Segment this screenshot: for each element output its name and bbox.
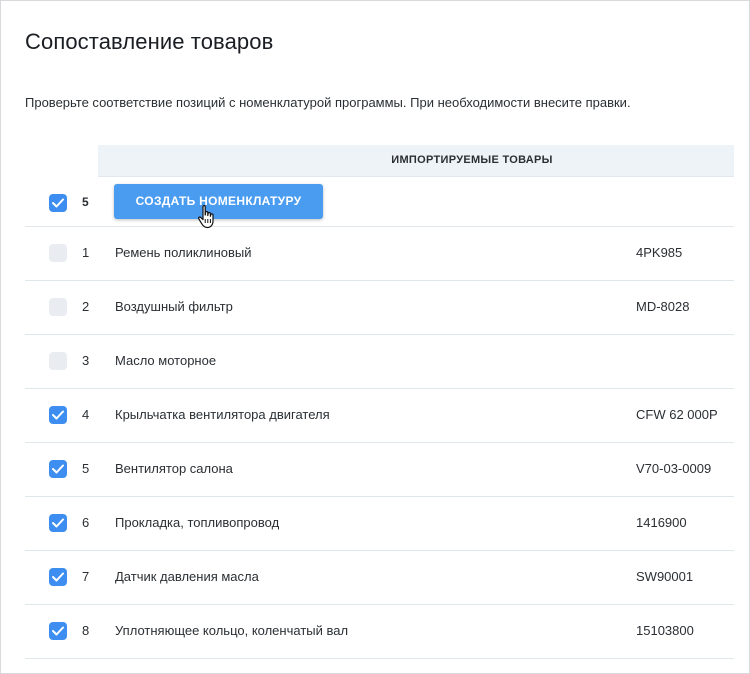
row-product-code: 1416900 xyxy=(636,515,687,530)
table-row[interactable]: 7 Датчик давления масла SW90001 xyxy=(25,551,734,605)
row-product-name: Воздушный фильтр xyxy=(115,299,233,314)
row-product-code: MD-8028 xyxy=(636,299,690,314)
column-header-imported-goods: ИМПОРТИРУЕМЫЕ ТОВАРЫ xyxy=(391,154,553,166)
row-product-name: Датчик давления масла xyxy=(115,569,259,584)
table-row[interactable]: 5 Вентилятор салона V70-03-0009 xyxy=(25,443,734,497)
row-product-code: CFW 62 000P xyxy=(636,407,718,422)
row-checkbox[interactable] xyxy=(49,244,67,262)
row-checkbox[interactable] xyxy=(49,568,67,586)
row-number: 6 xyxy=(82,515,90,530)
row-number: 7 xyxy=(82,569,90,584)
select-all-checkbox[interactable] xyxy=(49,194,67,212)
check-icon xyxy=(52,572,64,582)
row-checkbox[interactable] xyxy=(49,298,67,316)
check-icon xyxy=(52,518,64,528)
row-number: 5 xyxy=(82,461,90,476)
table-row[interactable]: 8 Уплотняющее кольцо, коленчатый вал 15103… xyxy=(25,605,734,659)
row-number: 2 xyxy=(82,299,90,314)
row-checkbox[interactable] xyxy=(49,460,67,478)
row-product-code: 4PK985 xyxy=(636,245,683,260)
table-row[interactable]: 3 Масло моторное xyxy=(25,335,734,389)
check-icon xyxy=(52,626,64,636)
page-subtitle: Проверьте соответствие позиций с номенкл… xyxy=(25,95,631,110)
table-row[interactable]: 4 Крыльчатка вентилятора двигателя CFW 62 … xyxy=(25,389,734,443)
page-title: Сопоставление товаров xyxy=(25,29,274,54)
table-header: ИМПОРТИРУЕМЫЕ ТОВАРЫ xyxy=(98,145,734,177)
row-checkbox[interactable] xyxy=(49,622,67,640)
row-product-code: SW90001 xyxy=(636,569,694,584)
row-product-name: Крыльчатка вентилятора двигателя xyxy=(115,407,330,422)
row-product-name: Прокладка, топливопровод xyxy=(115,515,280,530)
dialog: Сопоставление товаров Проверьте соответс… xyxy=(0,0,750,674)
table-row[interactable]: 2 Воздушный фильтр MD-8028 xyxy=(25,281,734,335)
row-number: 1 xyxy=(82,245,90,260)
check-icon xyxy=(52,464,64,474)
row-product-code: 15103800 xyxy=(636,623,694,638)
row-number: 8 xyxy=(82,623,90,638)
row-checkbox[interactable] xyxy=(49,406,67,424)
row-checkbox[interactable] xyxy=(49,352,67,370)
row-number: 4 xyxy=(82,407,90,422)
selected-count: 5 xyxy=(82,195,89,209)
row-product-name: Уплотняющее кольцо, коленчатый вал xyxy=(115,623,349,638)
row-number: 3 xyxy=(82,353,90,368)
row-product-code: V70-03-0009 xyxy=(636,461,712,476)
check-icon xyxy=(52,410,64,420)
row-product-name: Вентилятор салона xyxy=(115,461,233,476)
table-row[interactable]: 6 Прокладка, топливопровод 1416900 xyxy=(25,497,734,551)
row-product-name: Ремень поликлиновый xyxy=(115,245,252,260)
row-product-name: Масло моторное xyxy=(115,353,217,368)
check-icon xyxy=(52,198,64,208)
table-row[interactable]: 1 Ремень поликлиновый 4PK985 xyxy=(25,227,734,281)
row-checkbox[interactable] xyxy=(49,514,67,532)
